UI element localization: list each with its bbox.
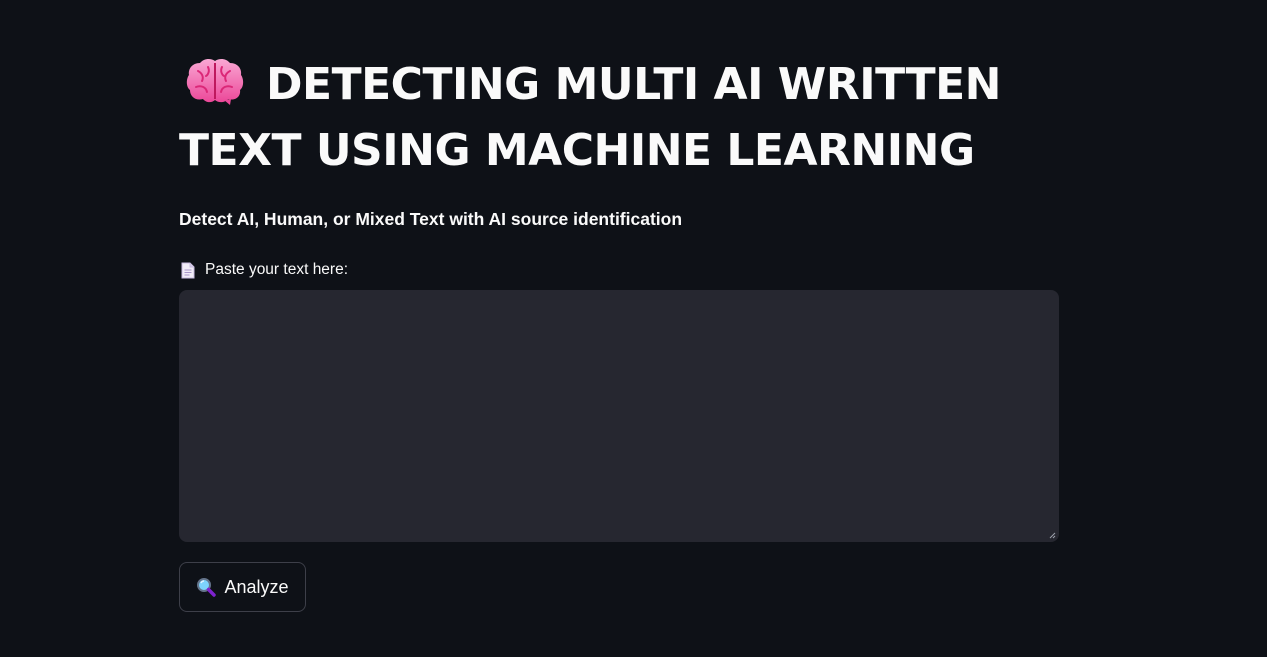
resize-handle-icon[interactable] [1048,531,1056,539]
analyze-button-label: Analyze [224,576,289,597]
analyze-button[interactable]: Analyze [179,562,306,612]
title-line-1: DETECTING MULTI AI WRITTEN [266,59,1002,110]
brain-icon [186,58,244,105]
page-subtitle: Detect AI, Human, or Mixed Text with AI … [179,209,683,229]
text-input-container [179,290,1059,542]
page-title: DETECTING MULTI AI WRITTEN TEXT USING MA… [179,52,1059,184]
text-input-label: Paste your text here: [181,259,348,281]
magnifying-glass-icon [197,578,217,597]
text-input[interactable] [179,290,1059,542]
text-input-label-text: Paste your text here: [205,261,349,278]
document-icon [181,262,195,278]
main-container: DETECTING MULTI AI WRITTEN TEXT USING MA… [179,0,1059,657]
title-line-2: TEXT USING MACHINE LEARNING [179,125,975,176]
